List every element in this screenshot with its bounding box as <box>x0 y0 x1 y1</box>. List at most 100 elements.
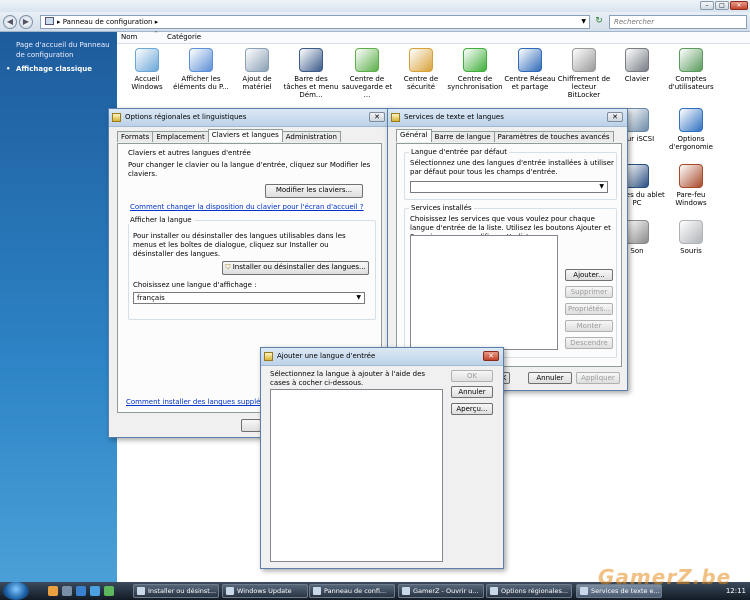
back-button[interactable]: ◀ <box>3 15 17 29</box>
display-language-group: Afficher la langue Pour installer ou dés… <box>128 216 376 320</box>
control-panel-item[interactable]: Comptes d'utilisateurs <box>663 48 719 91</box>
preview-button[interactable]: Aperçu... <box>451 403 493 415</box>
sort-arrow-icon: ^ <box>154 31 159 37</box>
default-language-text: Sélectionnez une des langues d'entrée in… <box>410 159 614 176</box>
control-panel-item[interactable]: Afficher les éléments du P... <box>173 48 229 91</box>
ok-button[interactable]: OK <box>451 370 493 382</box>
add-language-text: Sélectionnez la langue à ajouter à l'aid… <box>270 370 426 387</box>
taskbar-button[interactable]: Windows Update <box>222 584 308 598</box>
tablet-icon <box>625 164 649 188</box>
cancel-button[interactable]: Annuler <box>528 372 572 384</box>
control-panel-item[interactable]: Centre de synchronisation <box>447 48 503 91</box>
minimize-button[interactable]: – <box>700 1 714 10</box>
show-desktop-icon[interactable] <box>62 586 72 596</box>
sidebar: Page d'accueil du Panneau de configurati… <box>0 32 117 582</box>
language-tree[interactable] <box>270 389 443 562</box>
dialog-title-text: Options régionales et linguistiques <box>125 113 247 121</box>
control-panel-item[interactable]: Options d'ergonomie <box>663 108 719 151</box>
add-language-dialog: Ajouter une langue d'entrée ✕ Sélectionn… <box>260 347 504 569</box>
watermark-logo: GamerZ.be <box>598 565 732 589</box>
sync-icon <box>463 48 487 72</box>
switch-windows-icon[interactable] <box>90 586 100 596</box>
cancel-button[interactable]: Annuler <box>451 386 493 398</box>
control-panel-item[interactable]: Barre des tâches et menu Dém... <box>283 48 339 99</box>
close-icon[interactable]: ✕ <box>607 112 623 122</box>
control-panel-item-label: Afficher les éléments du P... <box>173 75 229 91</box>
column-header: Nom ^ Catégorie <box>117 31 750 44</box>
sidebar-home-link[interactable]: Page d'accueil du Panneau de configurati… <box>16 40 113 60</box>
install-languages-link[interactable]: Comment installer des langues supplément <box>126 398 279 406</box>
start-button[interactable] <box>3 582 29 600</box>
control-panel-item[interactable]: Centre Réseau et partage <box>502 48 558 91</box>
control-panel-item-label: Options d'ergonomie <box>669 135 713 151</box>
dialog-title-text: Services de texte et langues <box>404 113 504 121</box>
apply-button[interactable]: Appliquer <box>576 372 620 384</box>
control-panel-item[interactable]: Clavier <box>609 48 665 83</box>
taskbar-button[interactable]: Panneau de confi... <box>309 584 395 598</box>
bitlocker-icon <box>572 48 596 72</box>
close-icon[interactable]: ✕ <box>369 112 385 122</box>
tab-administration[interactable]: Administration <box>281 131 341 142</box>
move-down-button[interactable]: Descendre <box>565 337 613 349</box>
tab-advanced-keys[interactable]: Paramètres de touches avancés <box>493 131 614 142</box>
taskbar-button[interactable]: GamerZ - Ouvrir u... <box>398 584 484 598</box>
chevron-down-icon: ▼ <box>599 183 604 190</box>
display-icon <box>189 48 213 72</box>
move-up-button[interactable]: Monter <box>565 320 613 332</box>
control-panel-item-label: Souris <box>680 247 702 255</box>
firefox-icon[interactable] <box>48 586 58 596</box>
tab-formats[interactable]: Formats <box>117 131 154 142</box>
properties-button[interactable]: Propriétés... <box>565 303 613 315</box>
control-panel-item[interactable]: Ajout de matériel <box>229 48 285 91</box>
keyboard-group-label: Claviers et autres langues d'entrée <box>128 149 251 157</box>
column-name[interactable]: Nom <box>121 33 137 41</box>
taskbar-button[interactable]: Installer ou désinst... <box>133 584 219 598</box>
forward-button[interactable]: ▶ <box>19 15 33 29</box>
control-panel-item[interactable]: Chiffrement de lecteur BitLocker <box>556 48 612 99</box>
chevron-down-icon: ▼ <box>356 294 361 301</box>
display-language-label: Afficher la langue <box>128 216 194 224</box>
address-text: Panneau de configuration <box>62 18 153 26</box>
control-panel-item[interactable]: Centre de sauvegarde et ... <box>339 48 395 99</box>
control-panel-item[interactable]: Centre de sécurité <box>393 48 449 91</box>
add-button[interactable]: Ajouter... <box>565 269 613 281</box>
ie-icon[interactable] <box>76 586 86 596</box>
tab-keyboards[interactable]: Claviers et langues <box>207 129 283 142</box>
default-language-select[interactable]: ▼ <box>410 181 608 193</box>
firewall-icon <box>679 164 703 188</box>
control-panel-item[interactable]: Accueil Windows <box>119 48 175 91</box>
column-category[interactable]: Catégorie <box>167 33 201 41</box>
display-language-value: français <box>137 294 165 302</box>
hardware-icon <box>245 48 269 72</box>
address-bar-strip: ◀ ▶ ▸ Panneau de configuration ▸ ▼ ↻ Rec… <box>0 12 750 32</box>
display-language-select[interactable]: français ▼ <box>133 292 365 304</box>
control-panel-item[interactable]: Pare-feu Windows <box>663 164 719 207</box>
dialog-title-text: Ajouter une langue d'entrée <box>277 352 376 360</box>
install-languages-label: Installer ou désinstaller des langues... <box>232 263 366 271</box>
search-input[interactable]: Rechercher <box>609 15 747 29</box>
tab-language-bar[interactable]: Barre de langue <box>430 131 495 142</box>
messenger-icon[interactable] <box>104 586 114 596</box>
ok-button[interactable]: O <box>241 419 261 432</box>
change-keyboards-button[interactable]: Modifier les claviers... <box>265 184 363 198</box>
remove-button[interactable]: Supprimer <box>565 286 613 298</box>
window-titlebar: – □ ✕ <box>0 0 750 12</box>
refresh-icon[interactable]: ↻ <box>592 15 606 29</box>
control-panel-item-label: Clavier <box>624 75 650 83</box>
tab-general[interactable]: Général <box>396 129 432 142</box>
close-icon[interactable]: ✕ <box>483 351 499 361</box>
close-button[interactable]: ✕ <box>730 1 748 10</box>
keyboard-group: Claviers et autres langues d'entrée Pour… <box>128 146 376 218</box>
keyboard-layout-link[interactable]: Comment changer la disposition du clavie… <box>130 203 364 211</box>
chevron-down-icon[interactable]: ▼ <box>581 16 586 28</box>
dialog-title: Services de texte et langues ✕ <box>388 109 627 127</box>
control-panel-item[interactable]: Souris <box>663 220 719 255</box>
tab-location[interactable]: Emplacement <box>152 131 209 142</box>
install-languages-button[interactable]: ⛉ Installer ou désinstaller des langues.… <box>222 261 369 275</box>
sidebar-classic-view[interactable]: Affichage classique <box>6 65 113 73</box>
installed-services-list[interactable] <box>410 235 558 350</box>
taskbar-button[interactable]: Options régionales... <box>486 584 572 598</box>
maximize-button[interactable]: □ <box>715 1 729 10</box>
address-field[interactable]: ▸ Panneau de configuration ▸ ▼ <box>40 15 590 29</box>
ergonomics-icon <box>679 108 703 132</box>
